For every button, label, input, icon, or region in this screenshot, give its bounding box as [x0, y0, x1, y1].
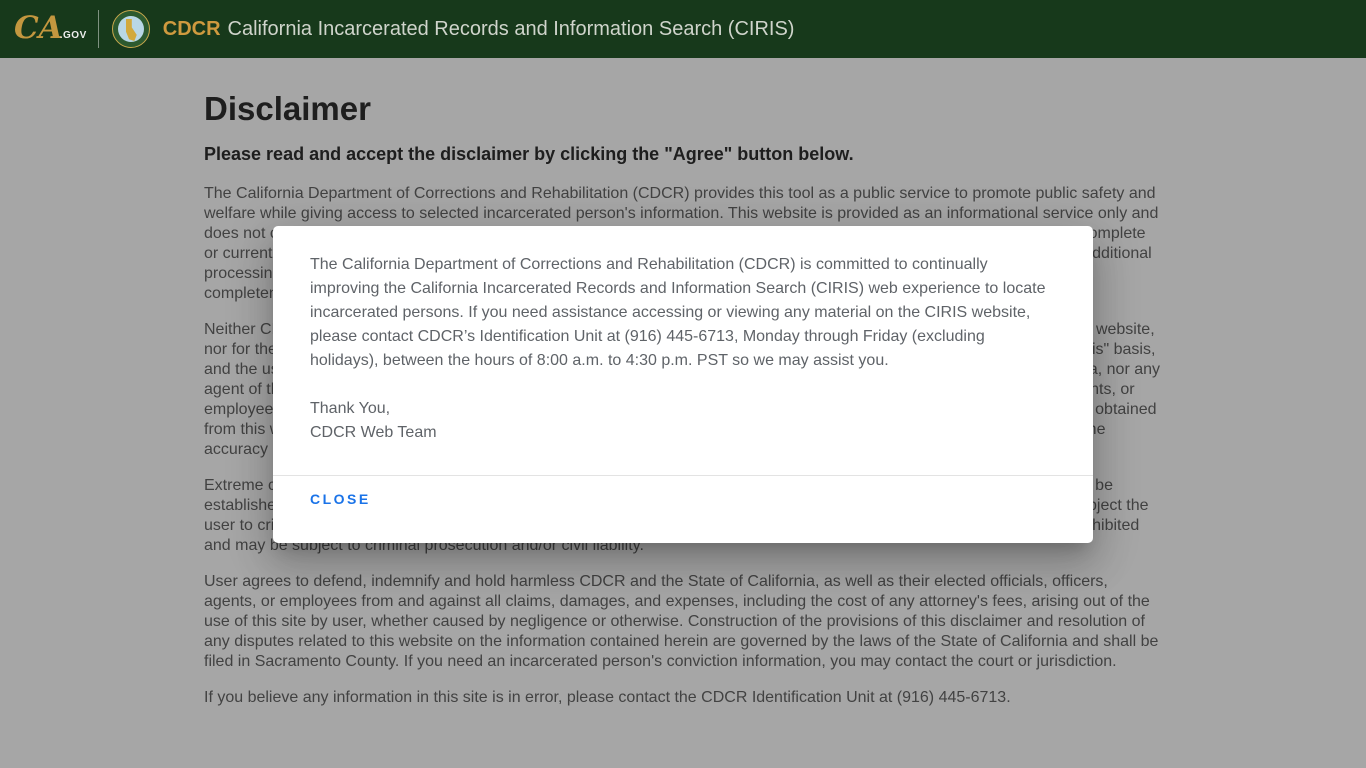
app-header: CA .GOV CDCR California Incarcerated Recor…: [0, 0, 1366, 58]
dialog-actions: CLOSE: [273, 475, 1093, 533]
signoff-line-1: Thank You,: [310, 400, 391, 417]
header-divider: [97, 10, 99, 48]
header-title-group: CDCR California Incarcerated Records and …: [163, 18, 795, 41]
dialog-signoff: Thank You, CDCR Web Team: [310, 397, 1053, 445]
close-button[interactable]: CLOSE: [310, 491, 371, 507]
cdcr-brand-label: CDCR: [162, 17, 221, 40]
dialog-body: The California Department of Corrections…: [273, 226, 1093, 445]
ca-gov-logo-gov: .GOV: [59, 29, 87, 41]
signoff-line-2: CDCR Web Team: [310, 424, 437, 441]
ca-gov-logo-script: CA: [14, 10, 63, 47]
ca-gov-logo[interactable]: CA .GOV: [14, 10, 87, 47]
dialog-message: The California Department of Corrections…: [310, 256, 1046, 369]
app-title: California Incarcerated Records and Info…: [227, 17, 795, 40]
accessibility-notice-dialog: The California Department of Corrections…: [273, 226, 1093, 543]
cdcr-seal-icon: [111, 10, 150, 48]
